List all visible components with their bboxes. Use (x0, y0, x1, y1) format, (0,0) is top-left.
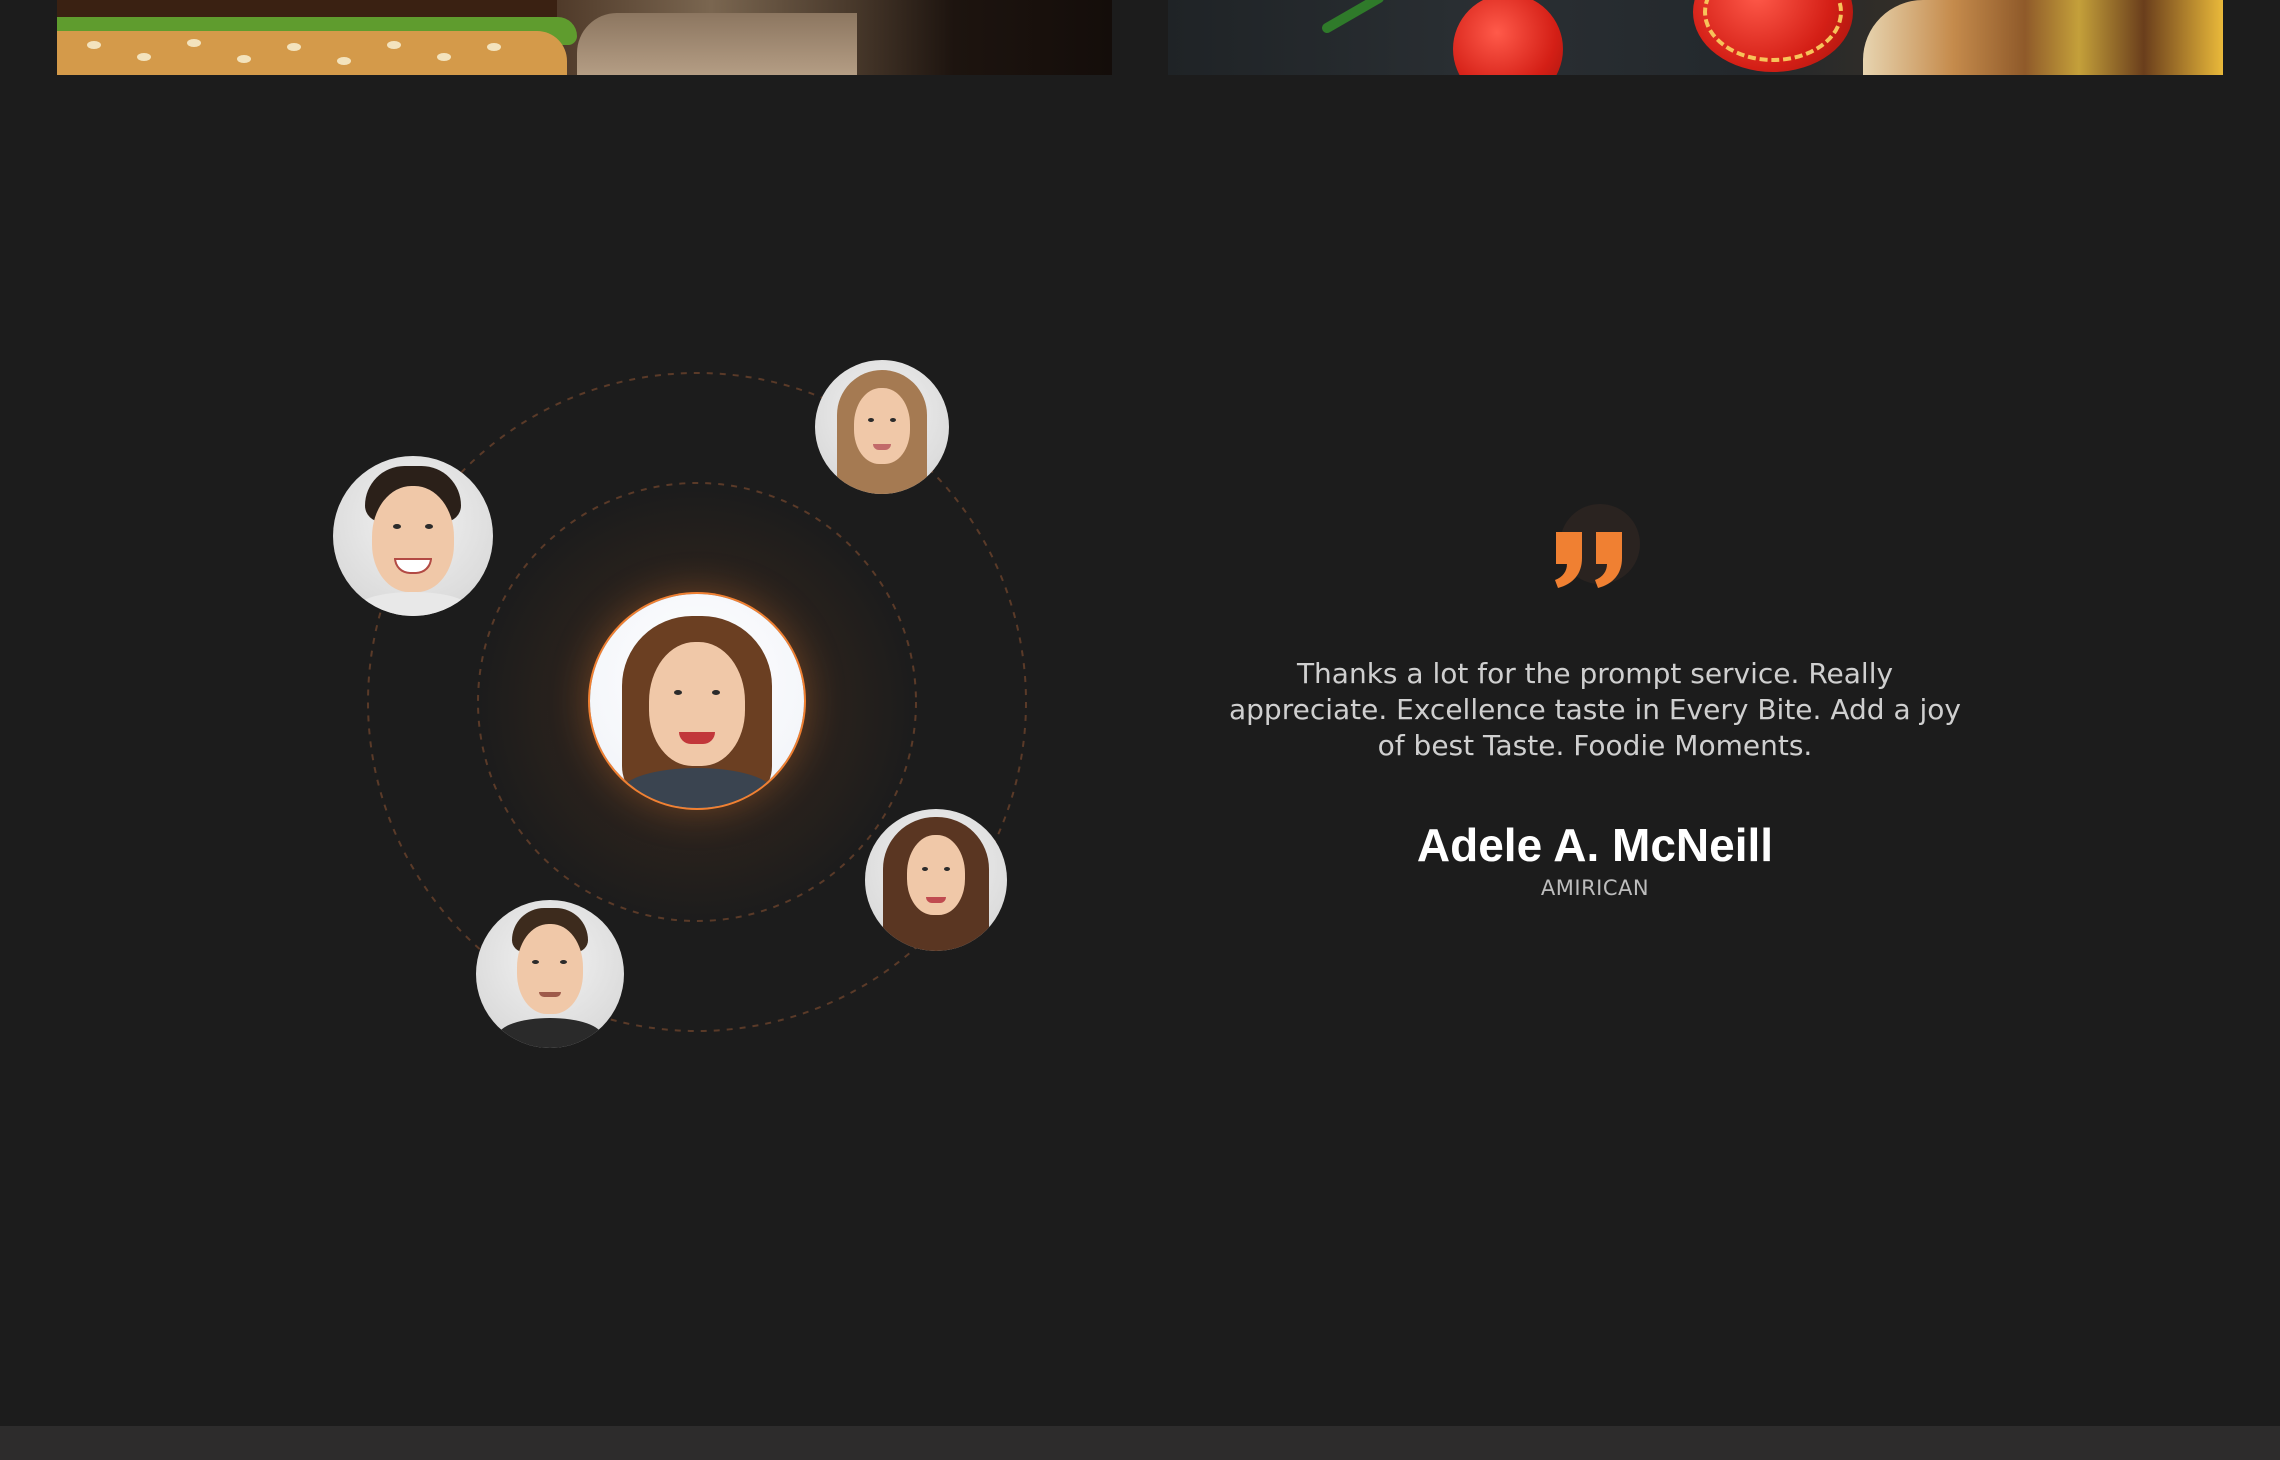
testimonial-author-name: Adele A. McNeill (1416, 819, 1774, 871)
avatar-man-top-left[interactable] (333, 456, 493, 616)
quote-icon (1555, 532, 1622, 588)
avatar-woman-top-right[interactable] (815, 360, 949, 494)
burger-banner-image (57, 0, 1112, 75)
burger-bun (57, 31, 567, 75)
stem (1320, 0, 1386, 35)
quote-icon-wrap (1540, 500, 1650, 610)
avatar-man-bottom-left[interactable] (476, 900, 624, 1048)
testimonial-block: Thanks a lot for the prompt service. Rea… (1220, 656, 1970, 900)
tomato-wrap-banner-image (1168, 0, 2223, 75)
wrap-image (1863, 0, 2223, 75)
avatar-woman-bottom-right[interactable] (865, 809, 1007, 951)
footer-strip (0, 1426, 2280, 1460)
tomato-whole (1453, 0, 1563, 75)
tomato-cut (1693, 0, 1853, 72)
avatar-main-woman[interactable] (590, 594, 804, 808)
testimonial-author-role: AMIRICAN (1540, 876, 1650, 900)
testimonial-text: Thanks a lot for the prompt service. Rea… (1229, 657, 1961, 762)
cutting-board (577, 13, 857, 75)
